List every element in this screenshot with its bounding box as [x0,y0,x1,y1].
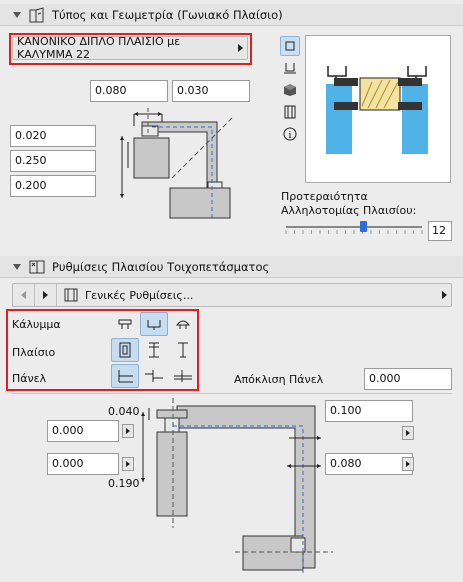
general-settings-bar[interactable]: Γενικές Ρυθμίσεις... [12,283,452,307]
bottom-left-field-1[interactable]: 0.000 [47,420,119,442]
curtain-wall-frame-icon [29,260,45,273]
frame-type-icon [29,6,44,22]
frame-geometry-diagram [120,108,233,219]
prev-button[interactable] [13,284,35,306]
section-title: Τύπος και Γεωμετρία (Γωνιακό Πλαίσιο) [52,7,283,22]
priority-slider[interactable] [284,218,424,236]
bottom-right-stepper-1[interactable] [402,426,414,440]
left-field-3[interactable]: 0.200 [10,175,96,197]
section-title: Ρυθμίσεις Πλαισίου Τοιχοπετάσματος [52,259,270,274]
general-settings-label: Γενικές Ρυθμίσεις... [85,288,194,302]
top-depth-field[interactable]: 0.030 [172,80,250,102]
collapse-triangle-icon[interactable] [12,262,22,272]
chevron-right-icon [442,291,447,299]
top-width-field[interactable]: 0.080 [90,80,168,102]
info-button[interactable]: i [280,124,300,144]
chevron-right-icon [43,291,48,299]
info-icon: i [283,127,297,141]
film-strip-icon [284,105,296,119]
bottom-left-stepper-1[interactable] [122,424,134,438]
priority-label-line2: Αλληλοτομίας Πλαισίου: [281,204,417,217]
section-view-button[interactable] [280,58,300,78]
3d-view-button[interactable] [280,80,300,100]
dimension-view-button[interactable] [280,102,300,122]
chevron-right-icon [126,461,130,467]
svg-text:i: i [289,131,292,141]
next-button[interactable] [35,284,57,306]
highlight-options [6,309,199,391]
section-header-curtain-frame[interactable]: Ρυθμίσεις Πλαισίου Τοιχοπετάσματος [0,256,463,278]
priority-label-line1: Προτεραιότητα [281,190,368,203]
panel-offset-field[interactable]: 0.000 [364,368,452,390]
frame-section-diagram [141,398,333,576]
settings-page-icon [64,288,78,302]
preview-pane [305,35,451,183]
bottom-left-stepper-2[interactable] [122,457,134,471]
bottom-left-field-2[interactable]: 0.000 [47,453,119,475]
divider [12,393,452,394]
bottom-right-stepper-2[interactable] [402,457,414,471]
collapse-triangle-icon[interactable] [12,10,22,20]
slider-thumb[interactable] [360,221,368,232]
square-icon [285,41,295,51]
frame-preview-image [326,66,428,154]
cube-icon [284,84,296,96]
chevron-right-icon [126,428,130,434]
highlight-frame-type [9,33,252,65]
left-field-2[interactable]: 0.250 [10,150,96,172]
bottom-right-field-2[interactable]: 0.080 [325,453,413,475]
priority-value-field[interactable]: 12 [428,221,452,241]
left-field-1[interactable]: 0.020 [10,125,96,147]
bottom-right-field-1[interactable]: 0.100 [325,400,413,422]
panel-offset-label: Απόκλιση Πάνελ [234,373,324,386]
section-icon [284,63,296,74]
section-header-type-geometry[interactable]: Τύπος και Γεωμετρία (Γωνιακό Πλαίσιο) [0,4,463,26]
chevron-right-icon [406,461,410,467]
chevron-right-icon [406,430,410,436]
plan-view-button[interactable] [280,36,300,56]
chevron-left-icon [21,291,26,299]
